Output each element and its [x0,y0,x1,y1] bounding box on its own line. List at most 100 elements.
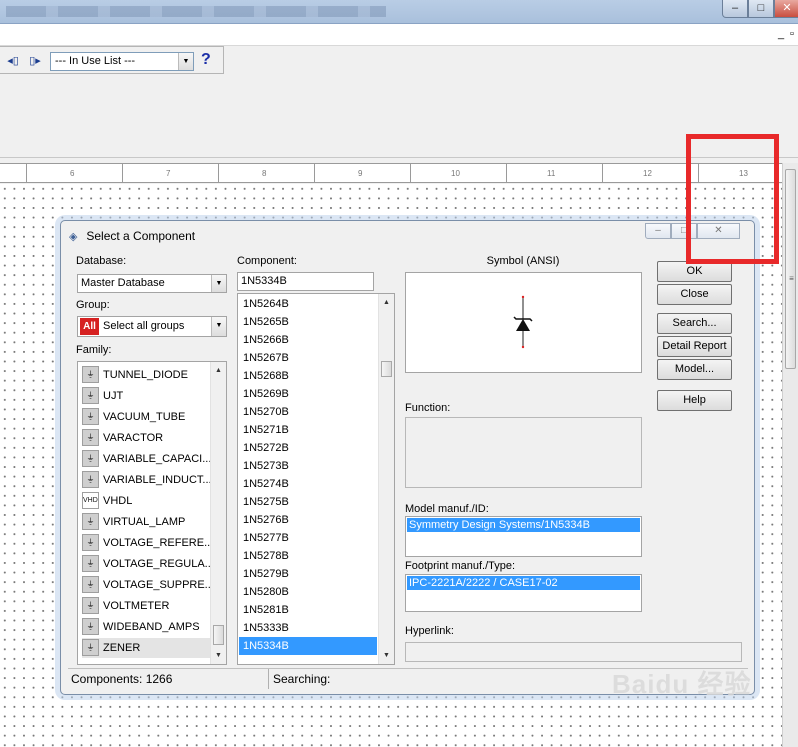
footprint-selected-row[interactable]: IPC-2221A/2222 / CASE17-02 [407,576,640,590]
family-item-label: VIRTUAL_LAMP [103,516,186,528]
vhdl-icon: VHDL [82,492,99,509]
family-item[interactable]: ⏚ UJT [82,386,212,406]
component-item[interactable]: 1N5268B [239,367,377,385]
component-item[interactable]: 1N5334B [239,637,377,655]
minimize-icon[interactable]: – [722,0,748,18]
vacuum-tube-icon: ⏚ [82,408,99,425]
family-item-label: VOLTMETER [103,600,170,612]
chevron-down-icon: ▼ [211,275,226,292]
scroll-up-icon[interactable]: ▲ [379,296,394,310]
search-button[interactable]: Search... [657,313,732,334]
scroll-down-icon[interactable]: ▼ [379,649,394,663]
all-groups-icon: All [80,318,99,335]
component-item[interactable]: 1N5275B [239,493,377,511]
canvas-vertical-scrollbar[interactable]: ≡ [782,163,798,747]
component-item[interactable]: 1N5269B [239,385,377,403]
database-select[interactable]: Master Database ▼ [77,274,227,293]
model-button[interactable]: Model... [657,359,732,380]
family-list[interactable]: ⏚ TUNNEL_DIODE ⏚ UJT ⏚ VACUUM_TUBE ⏚ VARACTOR ⏚ V… [77,361,227,665]
family-item[interactable]: ⏚ VOLTAGE_REFERE... [82,533,213,553]
close-button[interactable]: Close [657,284,732,305]
scrollbar-thumb[interactable] [381,361,392,377]
close-icon[interactable]: ✕ [774,0,798,18]
group-value: Select all groups [103,320,185,332]
menu-bar: _ ▫ [0,24,798,46]
component-item[interactable]: 1N5273B [239,457,377,475]
blurred-window-title [6,6,386,17]
ruler-label: 12 [643,169,652,178]
component-item[interactable]: 1N5266B [239,331,377,349]
hyperlink-label: Hyperlink: [405,625,454,637]
component-item[interactable]: 1N5274B [239,475,377,493]
help-icon[interactable]: ? [201,51,211,69]
varactor-icon: ⏚ [82,429,99,446]
ruler-tick [122,164,123,183]
family-item[interactable]: ⏚ VARACTOR [82,428,212,448]
component-item[interactable]: 1N5333B [239,619,377,637]
family-item-label: VOLTAGE_SUPPRE... [103,579,214,591]
family-item[interactable]: ⏚ WIDEBAND_AMPS [82,617,212,637]
family-label: Family: [76,344,112,356]
family-item[interactable]: ⏚ VARIABLE_INDUCT... [82,470,212,490]
family-item[interactable]: ⏚ VIRTUAL_LAMP [82,512,212,532]
component-list[interactable]: 1N5264B 1N5265B 1N5266B 1N5267B 1N5268B 1N526… [237,293,395,665]
watermark: Baidu 经验 [612,669,752,699]
component-item[interactable]: 1N5267B [239,349,377,367]
tunnel-diode-icon: ⏚ [82,366,99,383]
scrollbar-thumb[interactable]: ≡ [785,169,796,369]
family-item[interactable]: ⏚ VARIABLE_CAPACI... [82,449,212,469]
model-selected-row[interactable]: Symmetry Design Systems/1N5334B [407,518,640,532]
dialog-minimize-icon[interactable]: – [645,223,671,239]
component-item[interactable]: 1N5270B [239,403,377,421]
variable-inductor-icon: ⏚ [82,471,99,488]
footprint-list[interactable]: IPC-2221A/2222 / CASE17-02 [405,574,642,612]
symbol-label: Symbol (ANSI) [486,255,560,267]
family-item-label: VARIABLE_INDUCT... [103,474,212,486]
forward-arrow-icon[interactable]: ▯▸ [28,55,42,67]
component-input[interactable]: 1N5334B [237,272,374,291]
component-item[interactable]: 1N5276B [239,511,377,529]
component-item[interactable]: 1N5278B [239,547,377,565]
scroll-down-icon[interactable]: ▼ [211,649,226,663]
chevron-down-icon: ▼ [178,53,193,70]
hyperlink-field[interactable] [405,642,742,662]
voltmeter-icon: ⏚ [82,597,99,614]
maximize-icon[interactable]: □ [748,0,774,18]
mdi-restore-icon[interactable]: ▫ [790,28,798,40]
mdi-minimize-icon[interactable]: _ [778,28,788,40]
component-item[interactable]: 1N5279B [239,565,377,583]
scrollbar-thumb[interactable] [213,625,224,645]
component-item[interactable]: 1N5271B [239,421,377,439]
component-item[interactable]: 1N5280B [239,583,377,601]
model-list[interactable]: Symmetry Design Systems/1N5334B [405,516,642,557]
dialog-app-icon: ◈ [69,231,78,243]
help-button[interactable]: Help [657,390,732,411]
family-scrollbar[interactable]: ▲ ▼ [210,362,226,664]
detail-report-button[interactable]: Detail Report [657,336,732,357]
component-item[interactable]: 1N5264B [239,295,377,313]
group-select[interactable]: All Select all groups ▼ [77,316,227,337]
component-item[interactable]: 1N5281B [239,601,377,619]
component-item[interactable]: 1N5277B [239,529,377,547]
ok-button[interactable]: OK [657,261,732,282]
group-label: Group: [76,299,110,311]
voltage-regulator-icon: ⏚ [82,555,99,572]
family-item[interactable]: VHDL VHDL [82,491,212,511]
family-item[interactable]: ⏚ VACUUM_TUBE [82,407,212,427]
component-item[interactable]: 1N5272B [239,439,377,457]
component-item[interactable]: 1N5265B [239,313,377,331]
scroll-up-icon[interactable]: ▲ [211,364,226,378]
family-item[interactable]: ⏚ VOLTAGE_SUPPRE... [82,575,214,595]
family-item[interactable]: ⏚ ZENER [82,638,212,658]
family-item[interactable]: ⏚ VOLTAGE_REGULA... [82,554,214,574]
back-arrow-icon[interactable]: ◂▯ [6,55,20,67]
family-item-label: UJT [103,390,124,402]
family-item[interactable]: ⏚ TUNNEL_DIODE [82,365,212,385]
family-item[interactable]: ⏚ VOLTMETER [82,596,212,616]
searching-status: Searching: [273,672,331,686]
component-scrollbar[interactable]: ▲ ▼ [378,294,394,664]
voltage-suppressor-icon: ⏚ [82,576,99,593]
component-label: Component: [237,255,297,267]
components-count: Components: 1266 [71,672,173,686]
in-use-list-select[interactable]: --- In Use List --- ▼ [50,52,194,71]
